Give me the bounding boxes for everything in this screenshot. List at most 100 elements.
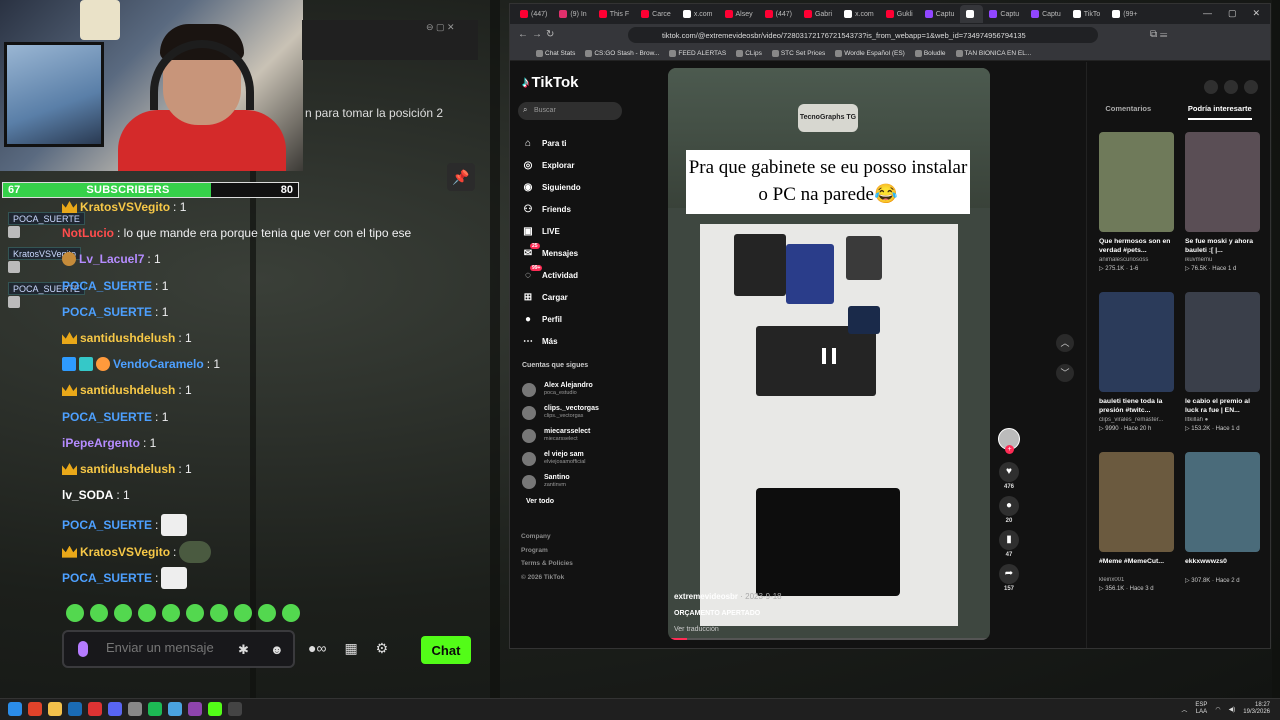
card-title[interactable]: ekkxwwwzs0 (1185, 557, 1260, 575)
translate-link[interactable]: Ver traducción (674, 626, 719, 633)
card-title[interactable]: Se fue moski y ahora bauleti :[ |... (1185, 237, 1260, 255)
tiktok-logo[interactable]: ♪ TikTok (522, 74, 578, 91)
creator-avatar[interactable]: + (998, 428, 1020, 454)
card-title[interactable]: le cabio el premio al luck ra fue | EN..… (1185, 397, 1260, 415)
bookmark-item[interactable]: Wordle Español (ES) (835, 49, 905, 57)
store-icon[interactable]: ▦ (344, 640, 357, 657)
card-author[interactable]: ikuvmemu (1185, 257, 1260, 263)
share-button[interactable]: ➦ 157 (998, 564, 1020, 592)
emote-button[interactable] (186, 604, 204, 622)
discord-icon[interactable] (108, 702, 122, 716)
nav-item-friends[interactable]: ⚇ Friends (522, 198, 581, 220)
video-thumbnail[interactable] (1099, 132, 1174, 232)
card-author[interactable]: kleinx001 (1099, 577, 1174, 583)
video-author[interactable]: extremevideosbr · 2023-9-18 (674, 592, 782, 601)
chat-username[interactable]: POCA_SUERTE (62, 571, 152, 585)
card-author[interactable]: animalescuriososs (1099, 257, 1174, 263)
chat-window-controls[interactable]: ⊖ ▢ ✕ (426, 22, 455, 33)
chat-username[interactable]: NotLucio (62, 226, 114, 240)
chat-username[interactable]: santidushdelush (80, 331, 175, 345)
bookmark-item[interactable]: CLips (736, 49, 762, 57)
nav-item-explorar[interactable]: ◎ Explorar (522, 154, 581, 176)
video-player[interactable]: TecnoGraphs TG Pra que gabinete se eu po… (668, 68, 990, 640)
browser-tab[interactable] (960, 5, 984, 23)
card-title[interactable]: bauleti tiene toda la presión #twitc... (1099, 397, 1174, 415)
video-thumbnail[interactable] (1099, 452, 1174, 552)
pause-icon[interactable] (822, 348, 836, 364)
video-thumbnail[interactable] (1099, 292, 1174, 392)
next-video-icon[interactable]: ﹀ (1056, 364, 1074, 382)
nav-item-siguiendo[interactable]: ◉ Siguiendo (522, 176, 581, 198)
browser-tab[interactable]: Carce (635, 5, 677, 23)
recommended-video-card[interactable]: Que hermosos son en verdad #pets... anima… (1099, 132, 1174, 272)
monitor-app-icon[interactable] (128, 702, 142, 716)
video-progress[interactable] (668, 638, 990, 640)
followed-account[interactable]: miecarsselect miecarsselect (522, 424, 599, 447)
footer-link[interactable]: Program (521, 544, 573, 558)
author-name[interactable]: extremevideosbr (674, 592, 738, 601)
chat-input-box[interactable]: ✱ ☻ (62, 630, 295, 668)
points-icon[interactable]: ●∞ (308, 640, 326, 657)
nav-item-para-ti[interactable]: ⌂ Para ti (522, 132, 581, 154)
browser-tab[interactable]: Alsey (719, 5, 759, 23)
card-title[interactable]: #Meme #MemeCut... (1099, 557, 1174, 575)
bookmark-item[interactable]: TAN BIONICA EN EL... (955, 49, 1031, 57)
user-avatar-icon[interactable] (1244, 80, 1258, 94)
emote-button[interactable] (66, 604, 84, 622)
address-bar[interactable]: tiktok.com/@extremevideosbr/video/728031… (628, 27, 1098, 43)
nav-item-actividad[interactable]: ◌ 99+ Actividad (522, 264, 581, 286)
chat-username[interactable]: iPepeArgento (62, 436, 140, 450)
volume-icon[interactable]: ◀) (1229, 706, 1236, 713)
nav-item-más[interactable]: ⋯ Más (522, 330, 581, 352)
chat-username[interactable]: Lv_Lacuel7 (79, 252, 144, 266)
chat-username[interactable]: santidushdelush (80, 462, 175, 476)
video-thumbnail[interactable] (1185, 292, 1260, 392)
followed-account[interactable]: clips._vectorgas clips._vectorgas (522, 401, 599, 424)
video-thumbnail[interactable] (1185, 452, 1260, 552)
chat-username[interactable]: POCA_SUERTE (62, 410, 152, 424)
bookmark-item[interactable]: Chat Stats (536, 49, 575, 57)
browser-tab[interactable]: Captu (919, 5, 961, 23)
spotify-icon[interactable] (148, 702, 162, 716)
search-input[interactable]: ⌕ Buscar (518, 102, 622, 120)
nav-item-mensajes[interactable]: ✉ 25 Mensajes (522, 242, 581, 264)
back-icon[interactable]: ← (518, 29, 528, 40)
tray-arrow-icon[interactable]: ︿ (1181, 705, 1187, 714)
browser-tab[interactable]: (9) In (553, 5, 592, 23)
nav-item-live[interactable]: ▣ LIVE (522, 220, 581, 242)
brave-icon[interactable] (28, 702, 42, 716)
emoji-icon[interactable]: ☻ (270, 642, 284, 657)
tab-comments[interactable]: Comentarios (1105, 104, 1151, 120)
emote-button[interactable] (210, 604, 228, 622)
browser-tab[interactable]: (447) (514, 5, 553, 23)
card-title[interactable]: Que hermosos son en verdad #pets... (1099, 237, 1174, 255)
heart-button[interactable]: ♥ 476 (998, 462, 1020, 490)
chat-username[interactable]: POCA_SUERTE (62, 305, 152, 319)
bookmark-item[interactable]: CS:GO Stash - Brow... (585, 49, 659, 57)
browser-tab[interactable]: Captu (983, 5, 1025, 23)
pin-icon[interactable]: 📌 (447, 163, 475, 191)
browser-tab[interactable]: (99+ (1106, 5, 1143, 23)
footer-link[interactable]: Company (521, 530, 573, 544)
card-author[interactable]: lltkillah ● (1185, 417, 1260, 423)
wifi-icon[interactable]: ◠ (1215, 706, 1220, 713)
browser-tab[interactable]: Gukli (880, 5, 919, 23)
video-thumbnail[interactable] (1185, 132, 1260, 232)
language-indicator[interactable]: ESP LAA (1195, 702, 1207, 716)
forward-icon[interactable]: → (532, 29, 542, 40)
bookmark-item[interactable]: STC Set Prices (771, 49, 825, 57)
emote-button[interactable] (258, 604, 276, 622)
emote-button[interactable] (234, 604, 252, 622)
follow-plus-icon[interactable]: + (1005, 445, 1014, 454)
chat-username[interactable]: VendoCaramelo (113, 357, 204, 371)
obs-icon[interactable] (228, 702, 242, 716)
emote-button[interactable] (90, 604, 108, 622)
app-icon[interactable] (88, 702, 102, 716)
browser-tab[interactable]: Captu (1025, 5, 1067, 23)
emote-button[interactable] (162, 604, 180, 622)
reload-icon[interactable]: ↻ (546, 29, 554, 40)
followed-account[interactable]: Santino zantinvm (522, 470, 599, 493)
clock[interactable]: 18:27 19/3/2026 (1243, 702, 1270, 716)
followed-account[interactable]: Alex Alejandro poca_estudio (522, 378, 599, 401)
game-app-icon[interactable] (188, 702, 202, 716)
